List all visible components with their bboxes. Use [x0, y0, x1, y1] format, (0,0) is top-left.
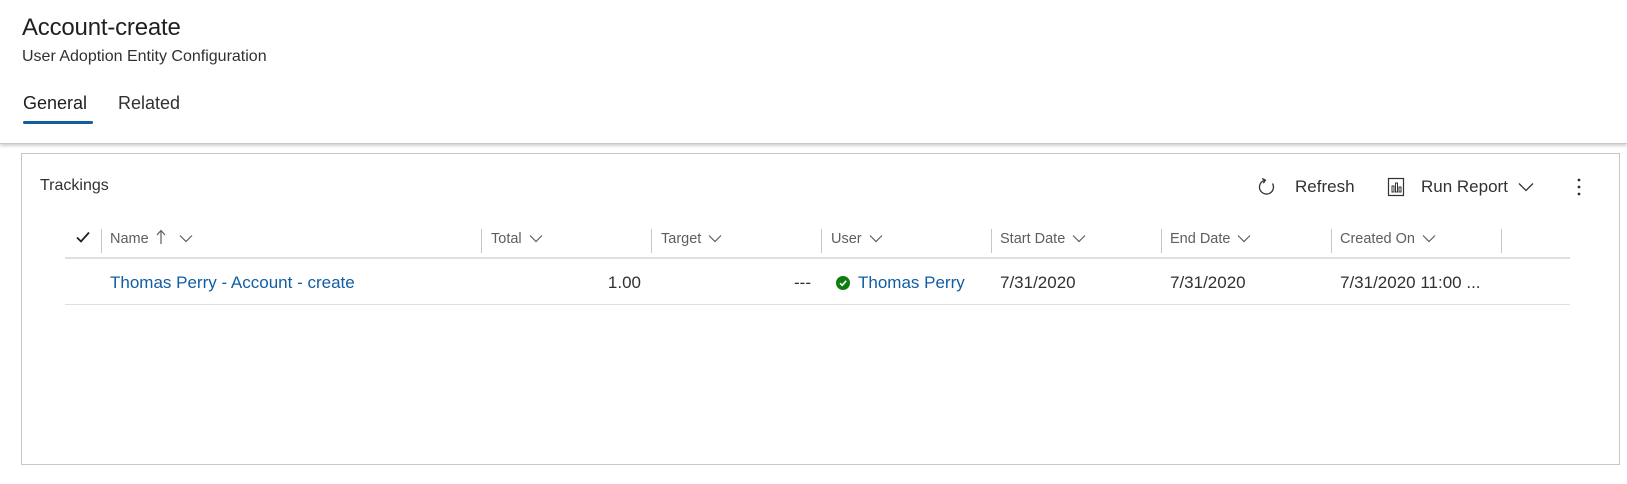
refresh-icon: [1257, 177, 1277, 197]
chevron-down-icon: [1518, 182, 1534, 192]
tab-general[interactable]: General: [23, 93, 87, 114]
column-header-end-date[interactable]: End Date: [1170, 221, 1251, 257]
column-header-start-date[interactable]: Start Date: [1000, 221, 1086, 257]
subgrid-title: Trackings: [40, 177, 109, 194]
table-row[interactable]: Thomas Perry - Account - create 1.00 ---…: [65, 261, 1570, 305]
column-label: User: [831, 231, 862, 247]
tab-related[interactable]: Related: [118, 93, 180, 114]
run-report-button[interactable]: Run Report: [1387, 174, 1534, 200]
status-active-icon: [836, 276, 850, 290]
column-label: End Date: [1170, 231, 1231, 247]
column-separator: [1161, 229, 1162, 253]
chevron-down-icon: [1065, 231, 1086, 247]
column-label: Name: [110, 231, 149, 247]
column-header-user[interactable]: User: [831, 221, 883, 257]
sort-ascending-icon: [149, 229, 166, 249]
column-header-total[interactable]: Total: [491, 221, 543, 257]
checkmark-icon: [75, 230, 91, 249]
row-end-date: 7/31/2020: [1170, 273, 1246, 292]
column-separator: [101, 229, 102, 253]
column-header-target[interactable]: Target: [661, 221, 722, 257]
chevron-down-icon: [1415, 231, 1436, 247]
page-title: Account-create: [22, 14, 181, 41]
select-all-checkbox[interactable]: [65, 221, 101, 257]
trackings-subgrid: Trackings Refresh Run Report Name Total …: [21, 153, 1620, 465]
column-header-name[interactable]: Name: [110, 221, 193, 257]
refresh-label: Refresh: [1295, 177, 1355, 196]
column-separator: [651, 229, 652, 253]
more-commands-button[interactable]: [1569, 174, 1589, 200]
chevron-down-icon: [1230, 231, 1251, 247]
column-separator: [991, 229, 992, 253]
chevron-down-icon: [522, 231, 543, 247]
column-label: Created On: [1340, 231, 1415, 247]
run-report-label: Run Report: [1421, 177, 1508, 196]
column-label: Total: [491, 231, 522, 247]
row-name-link[interactable]: Thomas Perry - Account - create: [110, 261, 355, 305]
column-separator: [481, 229, 482, 253]
row-user-link[interactable]: Thomas Perry: [858, 273, 965, 293]
column-label: Start Date: [1000, 231, 1066, 247]
row-user: Thomas Perry: [836, 261, 965, 305]
column-separator: [821, 229, 822, 253]
page-subtitle: User Adoption Entity Configuration: [22, 48, 267, 65]
column-header-created-on[interactable]: Created On: [1340, 221, 1436, 257]
column-separator: [1331, 229, 1332, 253]
tab-selected-indicator: [23, 121, 93, 124]
row-target: ---: [794, 273, 811, 292]
row-created-on: 7/31/2020 11:00 ...: [1340, 273, 1481, 292]
column-label: Target: [661, 231, 702, 247]
column-separator: [1501, 229, 1502, 253]
chevron-down-icon: [701, 231, 722, 247]
refresh-button[interactable]: Refresh: [1257, 174, 1355, 200]
chevron-down-icon: [172, 231, 193, 247]
chevron-down-icon: [862, 231, 883, 247]
form-header: Account-create User Adoption Entity Conf…: [0, 0, 1627, 144]
row-total: 1.00: [607, 273, 641, 292]
row-start-date: 7/31/2020: [1000, 273, 1076, 292]
grid-header: Name Total Target User Start Date End Da…: [65, 221, 1570, 259]
more-vertical-icon: [1577, 178, 1581, 196]
report-icon: [1387, 177, 1405, 197]
